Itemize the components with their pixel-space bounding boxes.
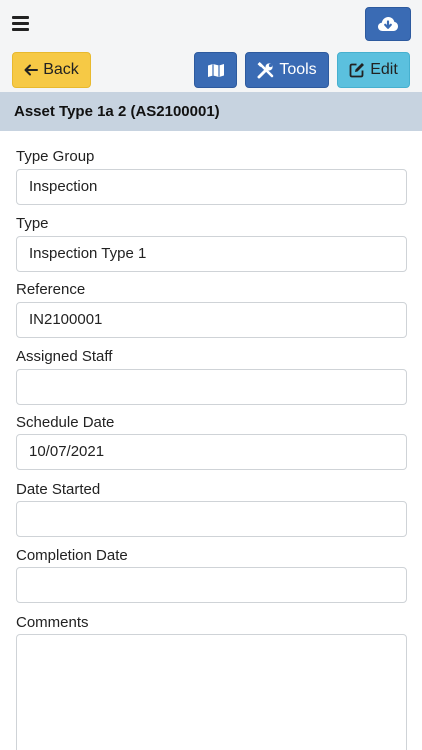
edit-icon bbox=[349, 63, 365, 78]
top-bar bbox=[0, 0, 422, 48]
date-started-field[interactable] bbox=[16, 501, 407, 537]
type-label: Type bbox=[16, 215, 49, 232]
back-button[interactable]: Back bbox=[12, 52, 91, 88]
comments-label: Comments bbox=[16, 614, 89, 631]
cloud-download-icon bbox=[378, 17, 398, 31]
edit-label: Edit bbox=[370, 61, 398, 78]
completion-date-field[interactable] bbox=[16, 567, 407, 603]
comments-field[interactable] bbox=[16, 634, 407, 750]
date-started-label: Date Started bbox=[16, 481, 101, 498]
edit-button[interactable]: Edit bbox=[337, 52, 410, 88]
map-button[interactable] bbox=[194, 52, 237, 88]
hamburger-icon[interactable] bbox=[12, 16, 29, 31]
schedule-date-label: Schedule Date bbox=[16, 414, 115, 431]
type-group-label: Type Group bbox=[16, 148, 95, 165]
type-group-field[interactable]: Inspection bbox=[16, 169, 407, 205]
tools-label: Tools bbox=[279, 61, 317, 78]
reference-field[interactable]: IN2100001 bbox=[16, 302, 407, 338]
tools-icon bbox=[257, 61, 274, 78]
tools-button[interactable]: Tools bbox=[245, 52, 329, 88]
map-icon bbox=[207, 63, 224, 77]
type-field[interactable]: Inspection Type 1 bbox=[16, 236, 407, 272]
reference-label: Reference bbox=[16, 281, 86, 298]
record-title: Asset Type 1a 2 (AS2100001) bbox=[0, 92, 422, 131]
back-label: Back bbox=[43, 61, 79, 78]
schedule-date-field[interactable]: 10/07/2021 bbox=[16, 434, 407, 470]
arrow-left-icon bbox=[24, 64, 39, 76]
cloud-download-button[interactable] bbox=[365, 7, 411, 41]
completion-date-label: Completion Date bbox=[16, 547, 128, 564]
assigned-staff-label: Assigned Staff bbox=[16, 348, 113, 365]
action-toolbar: Back Tools Edit bbox=[0, 48, 422, 92]
assigned-staff-field[interactable] bbox=[16, 369, 407, 405]
